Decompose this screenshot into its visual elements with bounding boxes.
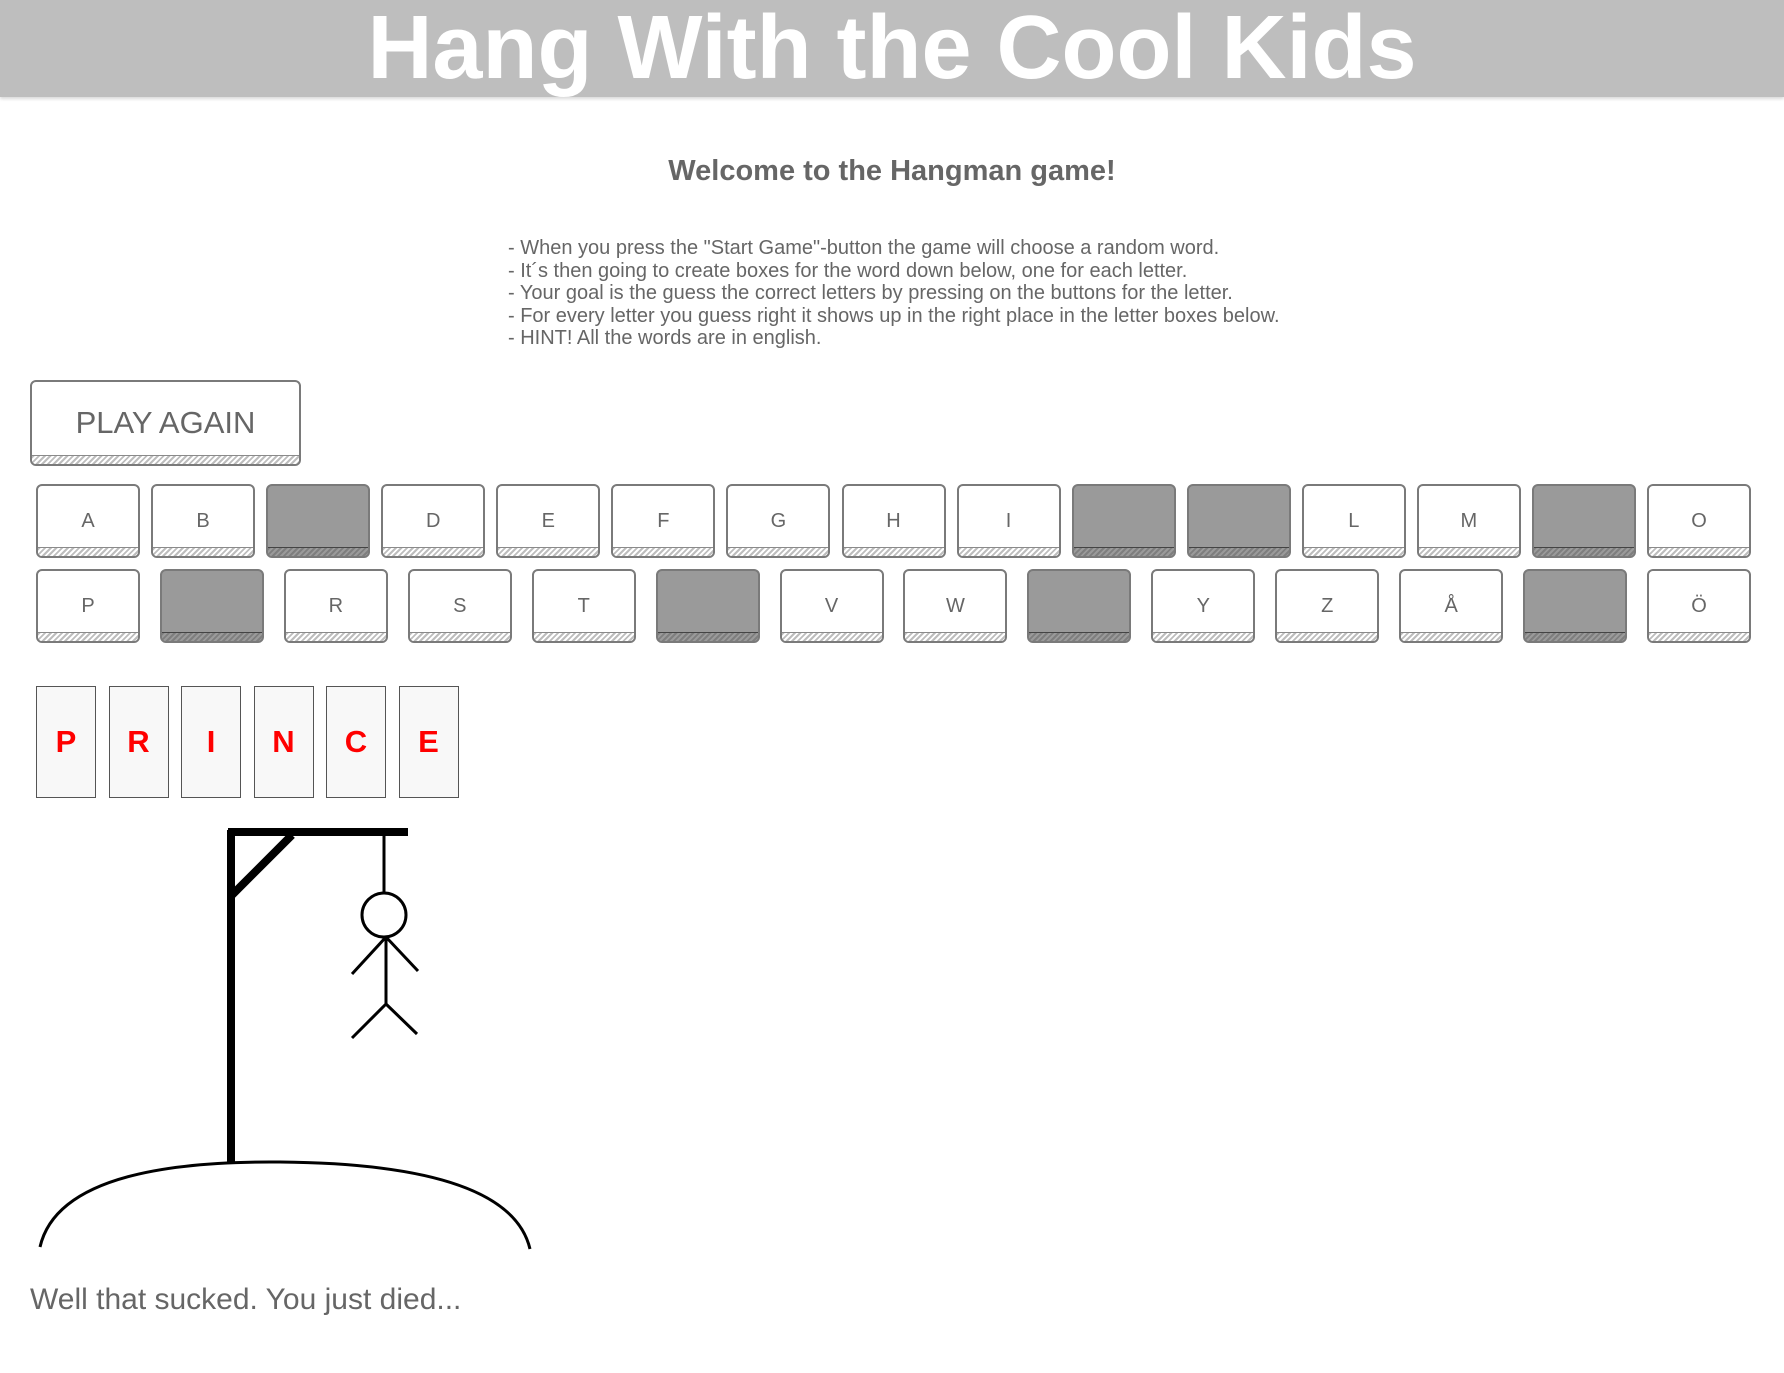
letter-key-w[interactable]: W [903, 569, 1008, 643]
right-arm [384, 935, 420, 973]
word-letter-box: R [108, 686, 169, 798]
letter-key-t[interactable]: T [531, 569, 636, 643]
game-over-message: Well that sucked. You just died... [30, 1283, 462, 1316]
letter-key-a[interactable]: A [36, 484, 140, 558]
instruction-item: - When you press the "Start Game"-button… [508, 237, 1220, 259]
letter-key-i[interactable]: I [956, 484, 1061, 558]
letter-key-l[interactable]: L [1301, 484, 1406, 558]
left-leg [350, 1002, 388, 1040]
letter-key-g[interactable]: G [726, 484, 831, 558]
gallows-brace [228, 832, 295, 899]
hill [38, 1160, 532, 1250]
letter-key-used [266, 484, 371, 558]
right-leg [384, 1002, 419, 1036]
word-letter-box: P [36, 686, 96, 798]
letter-key-used [1186, 484, 1291, 558]
letter-key-f[interactable]: F [611, 484, 716, 558]
letter-key-r[interactable]: R [283, 569, 388, 643]
site-header: Hang With the Cool Kids [0, 0, 1784, 97]
letter-key-b[interactable]: B [151, 484, 256, 558]
letter-key-h[interactable]: H [841, 484, 946, 558]
instruction-item: - Your goal is the guess the correct let… [508, 282, 1233, 304]
word-letter-box: E [398, 686, 459, 798]
letter-key-used [1523, 569, 1628, 643]
head [360, 891, 408, 939]
letter-key-used [1071, 484, 1176, 558]
letter-key-ö[interactable]: Ö [1647, 569, 1751, 643]
site-title: Hang With the Cool Kids [367, 0, 1417, 97]
left-arm [350, 935, 388, 976]
letter-key-y[interactable]: Y [1151, 569, 1256, 643]
welcome-heading: Welcome to the Hangman game! [668, 155, 1116, 187]
instructions-list: - When you press the "Start Game"-button… [508, 237, 1280, 350]
letter-key-used [159, 569, 264, 643]
letter-key-o[interactable]: O [1647, 484, 1751, 558]
letter-key-used [655, 569, 760, 643]
letter-key-used [1531, 484, 1636, 558]
letter-key-s[interactable]: S [407, 569, 512, 643]
letter-key-e[interactable]: E [496, 484, 601, 558]
instruction-item: - For every letter you guess right it sh… [508, 304, 1280, 327]
play-again-button[interactable]: PLAY AGAIN [30, 380, 301, 466]
word-letter-box: I [181, 686, 241, 798]
instruction-item: - HINT! All the words are in english. [508, 327, 822, 349]
hangman-drawing [38, 828, 532, 1250]
letter-key-d[interactable]: D [381, 484, 486, 558]
letter-key-å[interactable]: Å [1399, 569, 1504, 643]
letter-key-z[interactable]: Z [1275, 569, 1380, 643]
word-letter-box: C [326, 686, 386, 798]
letter-key-m[interactable]: M [1416, 484, 1521, 558]
word-letter-box: N [253, 686, 314, 798]
letter-key-p[interactable]: P [36, 569, 140, 643]
letter-key-v[interactable]: V [779, 569, 884, 643]
instruction-item: - It´s then going to create boxes for th… [508, 259, 1188, 282]
letter-key-used [1027, 569, 1132, 643]
